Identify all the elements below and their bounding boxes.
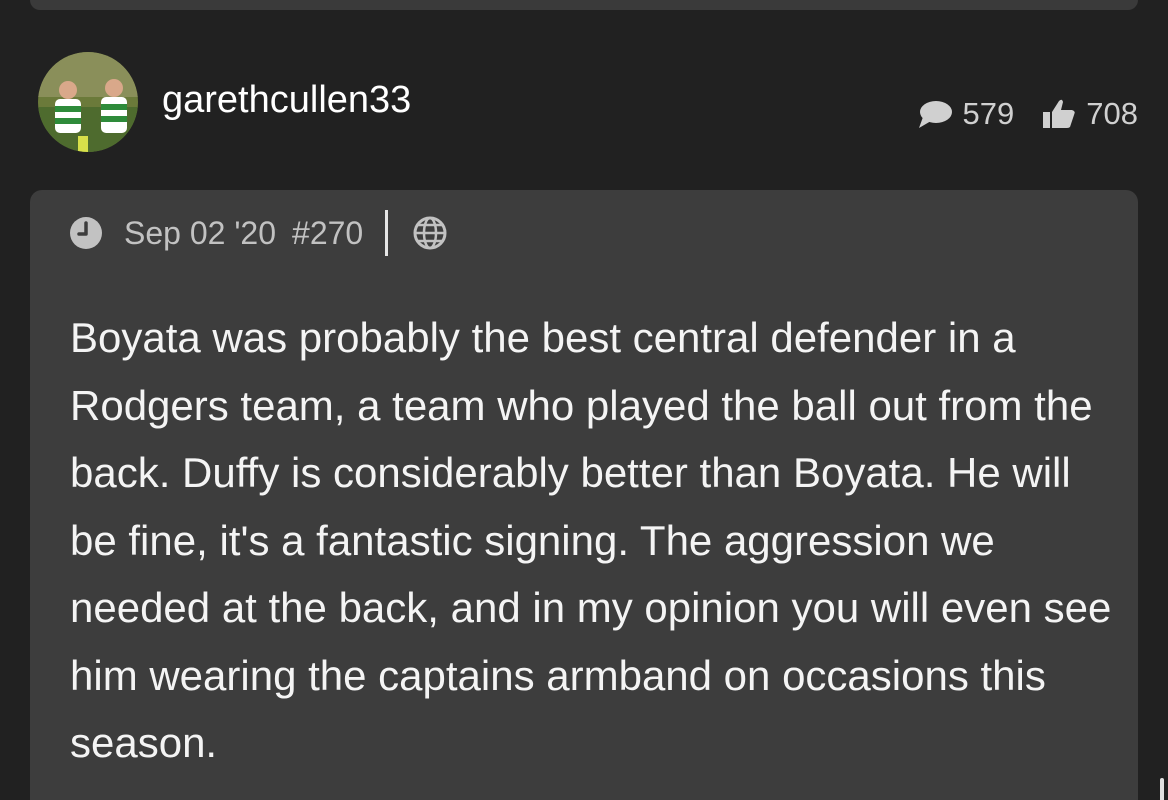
globe-icon bbox=[413, 216, 447, 250]
comment-count-stat: 579 bbox=[917, 96, 1015, 132]
post-date: Sep 02 '20 bbox=[124, 214, 277, 251]
avatar-photo bbox=[38, 52, 138, 152]
previous-post-card bbox=[30, 0, 1138, 10]
forum-page: garethcullen33 579 708 Sep 02 '20 #270 B… bbox=[0, 0, 1168, 800]
like-count: 708 bbox=[1086, 96, 1138, 131]
post-meta: Sep 02 '20 #270 bbox=[68, 210, 448, 256]
thumbs-up-icon bbox=[1043, 99, 1075, 128]
comment-count: 579 bbox=[962, 96, 1015, 131]
meta-divider bbox=[385, 210, 389, 256]
like-count-stat: 708 bbox=[1042, 96, 1138, 132]
post-body: Boyata was probably the best central def… bbox=[70, 314, 1112, 766]
post-card: Sep 02 '20 #270 Boyata was probably the … bbox=[30, 190, 1138, 800]
username[interactable]: garethcullen33 bbox=[162, 76, 411, 124]
user-stats: 579 708 bbox=[917, 94, 1138, 134]
speech-bubble-icon bbox=[918, 101, 952, 128]
user-avatar[interactable] bbox=[38, 52, 138, 152]
scrollbar[interactable] bbox=[1160, 778, 1164, 800]
clock-icon bbox=[70, 217, 102, 249]
post-number[interactable]: #270 bbox=[292, 215, 363, 252]
